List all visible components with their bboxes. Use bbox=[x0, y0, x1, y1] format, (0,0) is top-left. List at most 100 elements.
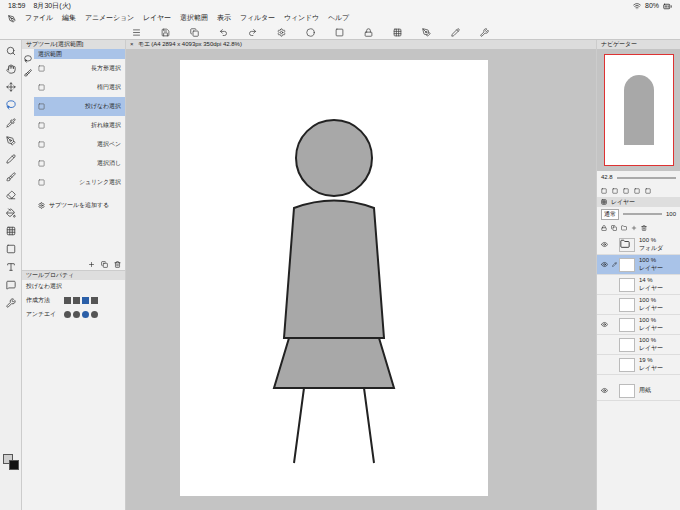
menu-item[interactable]: ウィンドウ bbox=[284, 13, 319, 24]
menu-item[interactable]: フィルター bbox=[240, 13, 275, 24]
zoom-value[interactable]: 42.8 bbox=[601, 173, 613, 182]
tool-icon[interactable] bbox=[6, 298, 16, 308]
nav-control-icon[interactable] bbox=[645, 188, 651, 194]
subtool-item[interactable]: 選択消し bbox=[34, 154, 125, 173]
option-dot[interactable] bbox=[73, 297, 80, 304]
navigator-preview[interactable] bbox=[597, 49, 680, 171]
command-icon[interactable] bbox=[248, 28, 257, 37]
option-dot[interactable] bbox=[91, 311, 98, 318]
command-icon[interactable] bbox=[364, 28, 373, 37]
menu-item[interactable]: ファイル bbox=[25, 13, 53, 24]
subtool-item[interactable]: 長方形選択 bbox=[34, 59, 125, 78]
layer-row[interactable]: 100 %レイヤー bbox=[597, 255, 680, 275]
layer-action-icon[interactable] bbox=[641, 225, 647, 231]
layer-row[interactable]: 14 %レイヤー bbox=[597, 275, 680, 295]
tool-icon[interactable] bbox=[6, 244, 16, 254]
option-dot[interactable] bbox=[82, 311, 89, 318]
tool-icon[interactable] bbox=[6, 82, 16, 92]
tool-icon[interactable] bbox=[6, 172, 16, 182]
layer-action-icon[interactable] bbox=[611, 225, 617, 231]
right-panel: ナビゲーター42.8レイヤー通常100100 %フォルダ100 %レイヤー14 … bbox=[596, 40, 680, 510]
blend-mode[interactable]: 通常 bbox=[601, 209, 619, 220]
command-icon[interactable] bbox=[219, 28, 228, 37]
tool-bar bbox=[0, 40, 22, 510]
layer-row[interactable]: 100 %レイヤー bbox=[597, 335, 680, 355]
status-date: 8月30日(火) bbox=[34, 1, 71, 12]
menu-item[interactable]: 編集 bbox=[62, 13, 76, 24]
subtool-item[interactable]: 楕円選択 bbox=[34, 78, 125, 97]
tool-icon[interactable] bbox=[6, 136, 16, 146]
property-row[interactable]: アンチエイ bbox=[22, 307, 125, 321]
app-logo-icon[interactable] bbox=[8, 15, 16, 23]
layer-row[interactable]: 100 %レイヤー bbox=[597, 315, 680, 335]
option-dot[interactable] bbox=[64, 311, 71, 318]
tool-icon[interactable] bbox=[6, 208, 16, 218]
eye-icon[interactable] bbox=[601, 387, 608, 394]
subtool-group[interactable]: 選択範囲 bbox=[34, 49, 125, 59]
layer-action-icon[interactable] bbox=[621, 225, 627, 231]
nav-control-icon[interactable] bbox=[612, 188, 618, 194]
eye-icon[interactable] bbox=[601, 261, 608, 268]
tool-icon[interactable] bbox=[6, 46, 16, 56]
subtool-item[interactable]: 選択ペン bbox=[34, 135, 125, 154]
command-icon[interactable] bbox=[451, 28, 460, 37]
subtool-panel: サブツール[選択範囲]選択範囲長方形選択楕円選択投げなわ選択折れ線選択選択ペン選… bbox=[22, 40, 125, 270]
menu-item[interactable]: アニメーション bbox=[85, 13, 134, 24]
eye-icon[interactable] bbox=[601, 321, 608, 328]
subtool-item[interactable]: 投げなわ選択 bbox=[34, 97, 125, 116]
close-tab-button[interactable]: × bbox=[130, 40, 134, 49]
trash-icon[interactable] bbox=[114, 261, 121, 268]
command-icon[interactable] bbox=[161, 28, 170, 37]
layer-row[interactable]: 用紙 bbox=[597, 381, 680, 401]
command-icon[interactable] bbox=[306, 28, 315, 37]
add-icon[interactable] bbox=[88, 261, 95, 268]
subtool-item[interactable]: シュリンク選択 bbox=[34, 173, 125, 192]
copy-icon[interactable] bbox=[101, 261, 108, 268]
tool-icon[interactable] bbox=[6, 154, 16, 164]
layer-action-icon[interactable] bbox=[601, 225, 607, 231]
layer-row[interactable]: 100 %レイヤー bbox=[597, 295, 680, 315]
group-lasso-icon[interactable] bbox=[24, 55, 32, 63]
sub-color-swatch[interactable] bbox=[9, 460, 19, 470]
option-dot[interactable] bbox=[91, 297, 98, 304]
layer-row[interactable]: 19 %レイヤー bbox=[597, 355, 680, 375]
paper[interactable] bbox=[180, 60, 488, 496]
command-icon[interactable] bbox=[393, 28, 402, 37]
canvas-area[interactable] bbox=[126, 49, 596, 510]
layer-thumbnail bbox=[619, 384, 635, 398]
menu-item[interactable]: 表示 bbox=[217, 13, 231, 24]
command-icon[interactable] bbox=[190, 28, 199, 37]
command-icon[interactable] bbox=[422, 28, 431, 37]
command-icon[interactable] bbox=[480, 28, 489, 37]
option-dot[interactable] bbox=[73, 311, 80, 318]
group-brush-icon[interactable] bbox=[24, 69, 32, 77]
nav-control-icon[interactable] bbox=[601, 188, 607, 194]
eye-icon[interactable] bbox=[601, 241, 608, 248]
tool-icon[interactable] bbox=[6, 190, 16, 200]
tool-icon[interactable] bbox=[6, 118, 16, 128]
layer-row[interactable]: 100 %フォルダ bbox=[597, 235, 680, 255]
subtool-item[interactable]: 折れ線選択 bbox=[34, 116, 125, 135]
add-subtool-button[interactable]: サブツールを追加する bbox=[34, 198, 125, 212]
layer-opacity-label: 19 % bbox=[639, 357, 663, 364]
layer-opacity[interactable]: 100 bbox=[666, 210, 676, 219]
command-icon[interactable] bbox=[335, 28, 344, 37]
command-icon[interactable] bbox=[277, 28, 286, 37]
menu-item[interactable]: ヘルプ bbox=[328, 13, 349, 24]
option-dot[interactable] bbox=[82, 297, 89, 304]
nav-control-icon[interactable] bbox=[623, 188, 629, 194]
tool-icon[interactable] bbox=[6, 100, 16, 110]
tool-icon[interactable] bbox=[6, 64, 16, 74]
tool-icon[interactable] bbox=[6, 226, 16, 236]
menu-item[interactable]: 選択範囲 bbox=[180, 13, 208, 24]
nav-control-icon[interactable] bbox=[634, 188, 640, 194]
menu-item[interactable]: レイヤー bbox=[143, 13, 171, 24]
command-icon[interactable] bbox=[132, 28, 141, 37]
layer-action-icon[interactable] bbox=[631, 225, 637, 231]
document-tab[interactable]: ×モエ (A4 2894 x 4093px 350dpi 42.8%) bbox=[126, 40, 596, 49]
option-dot[interactable] bbox=[64, 297, 71, 304]
tool-icon[interactable] bbox=[6, 280, 16, 290]
property-row[interactable]: 作成方法 bbox=[22, 293, 125, 307]
folder-icon bbox=[620, 239, 630, 249]
tool-icon[interactable] bbox=[6, 262, 16, 272]
